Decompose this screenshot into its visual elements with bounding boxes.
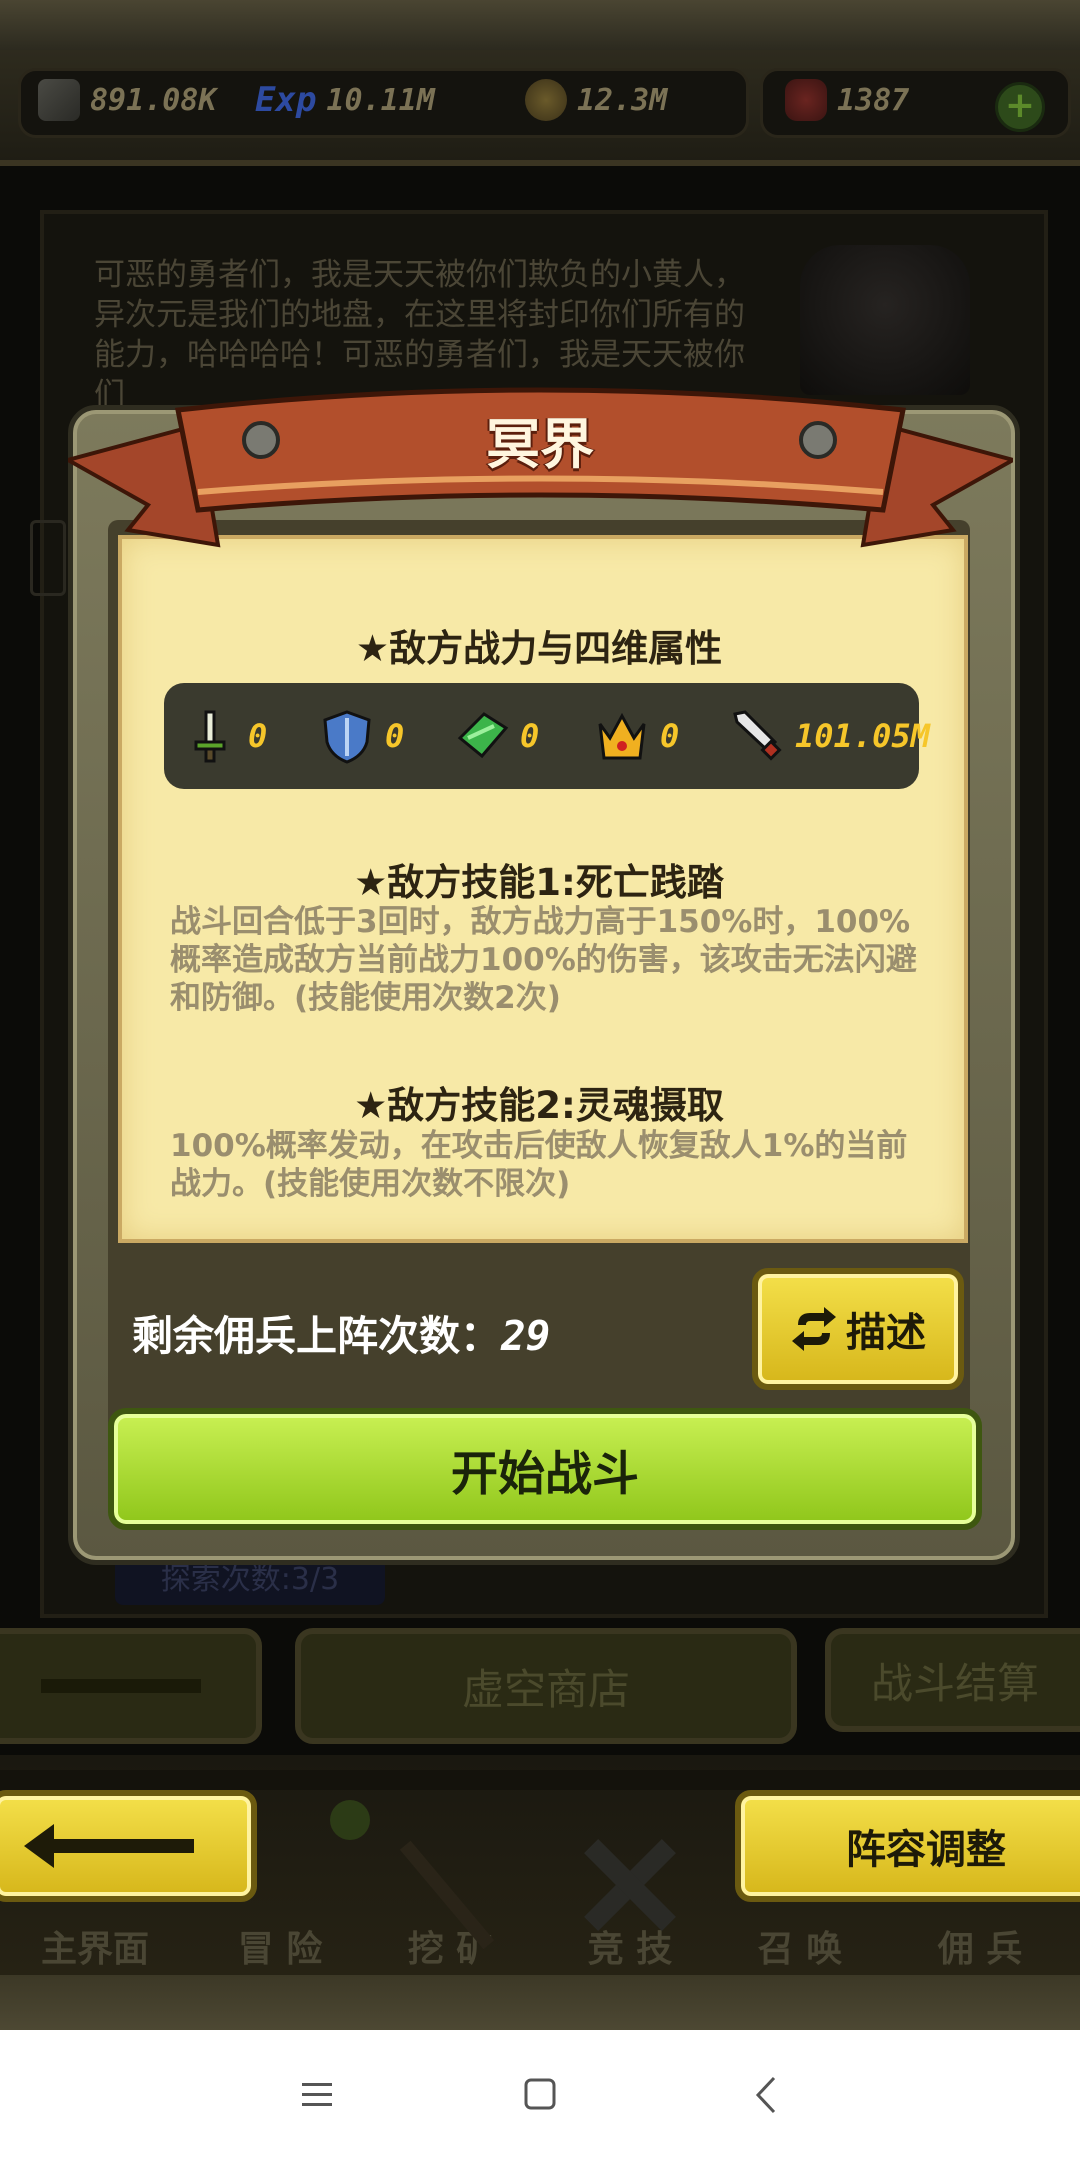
describe-label: 描述 — [846, 1310, 926, 1356]
stat-defense: 0 — [319, 703, 404, 769]
stat-attack-value: 0 — [248, 717, 268, 755]
nav-main: 主界面 — [40, 1929, 149, 1970]
side-tab — [30, 520, 66, 596]
gem-resource: 1387 — [785, 78, 909, 122]
stat-agility-value: 0 — [520, 717, 540, 755]
swap-icon — [792, 1307, 836, 1351]
stat-power-value: 101.05M — [795, 717, 930, 755]
void-shop-button: 虚空商店 — [295, 1628, 797, 1744]
coin-resource: 12.3M — [525, 78, 667, 122]
skill1-description: 战斗回合低于3回时，敌方战力高于150%时，100%概率造成敌方当前战力100%… — [170, 904, 917, 1016]
stat-agility: 0 — [454, 703, 539, 769]
stat-luck-value: 0 — [660, 717, 680, 755]
nav-mercenary: 佣 兵 — [937, 1929, 1023, 1970]
bottom-texture — [0, 1975, 1080, 2030]
describe-button[interactable]: 描述 — [752, 1268, 964, 1390]
stat-luck: 0 — [594, 703, 679, 769]
skill2-description: 100%概率发动，在攻击后使敌人恢复敌人1%的当前战力。(技能使用次数不限次) — [170, 1128, 908, 1202]
modal-title: 冥界 — [486, 413, 594, 476]
exp-resource: Exp 10.11M — [255, 78, 435, 122]
exp-icon: Exp — [255, 80, 317, 120]
add-gems-button[interactable]: + — [995, 82, 1045, 132]
menu-icon[interactable] — [292, 2070, 342, 2120]
pickaxe-icon — [380, 1830, 520, 1950]
nav-summon: 召 唤 — [757, 1929, 843, 1970]
attr-heading: ★敌方战力与四维属性 — [355, 627, 723, 670]
stat-attack: 0 — [182, 703, 267, 769]
power-value: 891.08K — [90, 82, 217, 118]
bg-back-button — [0, 1628, 262, 1744]
sword-icon — [733, 710, 782, 761]
stat-defense-value: 0 — [385, 717, 405, 755]
sword-icon — [38, 79, 80, 121]
home-icon[interactable] — [515, 2070, 565, 2120]
crossed-swords-icon — [575, 1830, 685, 1940]
coin-icon — [525, 79, 567, 121]
arrow-left-icon — [24, 1824, 194, 1868]
shield-icon — [323, 710, 371, 764]
arrow-left-icon — [41, 1679, 201, 1693]
remaining-deploys: 剩余佣兵上阵次数：29 — [132, 1302, 550, 1362]
notify-dot — [330, 1800, 370, 1840]
back-icon[interactable] — [742, 2070, 792, 2120]
sword-green-icon — [194, 710, 226, 763]
skill1-heading: ★敌方技能1:死亡践踏 — [354, 861, 724, 904]
crown-icon — [598, 712, 646, 760]
enemy-stats-bar: 0 0 0 0 101.05M — [164, 683, 930, 789]
remaining-value: 29 — [501, 1312, 551, 1360]
exp-value: 10.11M — [326, 82, 435, 118]
leaf-icon — [457, 712, 509, 759]
gem-icon — [785, 79, 827, 121]
formation-button[interactable]: 阵容调整 — [735, 1790, 1080, 1902]
top-texture — [0, 0, 1080, 50]
nav-divider — [0, 1770, 1080, 1790]
start-battle-button[interactable]: 开始战斗 — [108, 1408, 982, 1530]
power-resource: 891.08K — [38, 78, 216, 122]
knight-portrait — [800, 245, 970, 395]
back-button[interactable] — [0, 1790, 257, 1902]
skill2-heading: ★敌方技能2:灵魂摄取 — [354, 1084, 724, 1127]
coin-value: 12.3M — [577, 82, 668, 118]
plus-icon: + — [1004, 85, 1036, 126]
nav-adventure: 冒 险 — [237, 1929, 323, 1970]
battle-settle-button: 战斗结算 — [825, 1628, 1080, 1732]
stat-power: 101.05M — [729, 703, 930, 769]
gem-value: 1387 — [837, 82, 910, 118]
remaining-label: 剩余佣兵上阵次数： — [132, 1312, 501, 1360]
